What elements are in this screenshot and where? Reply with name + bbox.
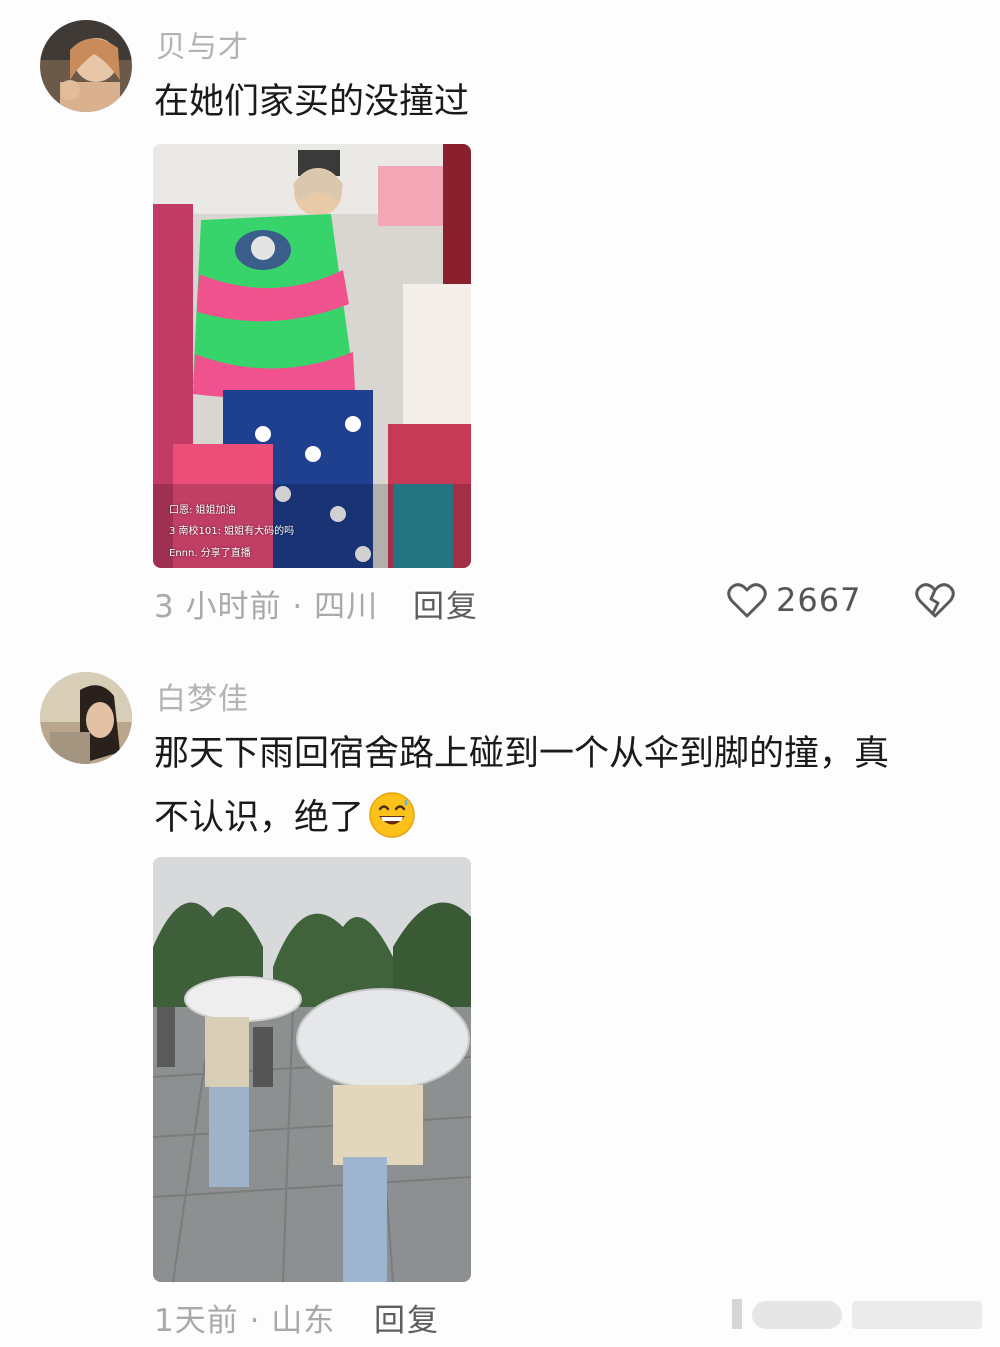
username[interactable]: 白梦佳: [156, 674, 249, 718]
comment-text-line: 不认识，绝了: [154, 786, 954, 850]
time-location: 3 小时前 · 四川: [154, 589, 379, 625]
avatar[interactable]: [40, 20, 132, 112]
comment-text-line: 那天下雨回宿舍路上碰到一个从伞到脚的撞，真: [154, 734, 890, 774]
like-count: 2667: [776, 581, 862, 619]
broken-heart-icon: [915, 583, 955, 618]
watermark-icon: [732, 1299, 982, 1329]
grinning-sweat-emoji-icon: [369, 792, 415, 838]
comment-image[interactable]: 口恩: 姐姐加油 3 南校101: 姐姐有大码的吗 Ennn. 分享了直播: [153, 144, 471, 568]
avatar[interactable]: [40, 672, 132, 764]
dislike-button[interactable]: [914, 580, 956, 624]
heart-icon: [727, 583, 767, 618]
comment-text-line-2: 不认识，绝了: [154, 798, 365, 838]
comment-text: 那天下雨回宿舍路上碰到一个从伞到脚的撞，真 不认识，绝了: [154, 722, 954, 850]
username[interactable]: 贝与才: [156, 22, 249, 66]
time-location: 1天前 · 山东: [154, 1303, 336, 1339]
live-chat-line: 口恩: 姐姐加油: [169, 505, 236, 516]
comment-text: 在她们家买的没撞过: [154, 82, 470, 122]
live-chat-line: 3 南校101: 姐姐有大码的吗: [169, 526, 295, 537]
reply-button[interactable]: 回复: [374, 1295, 440, 1340]
like-button[interactable]: 2667: [726, 580, 861, 620]
live-chat-line: Ennn. 分享了直播: [169, 548, 251, 559]
reply-button[interactable]: 回复: [413, 581, 479, 626]
comment-image[interactable]: [153, 857, 471, 1282]
